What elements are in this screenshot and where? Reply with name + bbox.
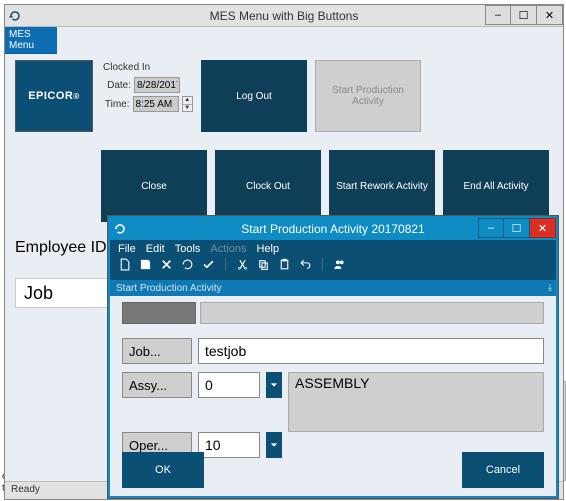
dialog-titlebar[interactable]: Start Production Activity 20170821 – ☐ ✕ [110, 218, 556, 240]
menu-actions: Actions [210, 243, 246, 255]
undo-icon[interactable] [299, 258, 312, 271]
dialog-toolbar [110, 258, 556, 275]
assy-input[interactable] [198, 372, 260, 398]
date-label: Date: [103, 80, 131, 91]
save-icon[interactable] [139, 258, 152, 271]
clocked-in-group: Clocked In Date: Time: ▲▼ [101, 60, 193, 134]
resource-desc-field [200, 302, 544, 324]
dialog-maximize-button[interactable]: ☐ [504, 218, 530, 238]
time-spinner[interactable]: ▲▼ [182, 96, 193, 112]
dialog-menu-bar: File Edit Tools Actions Help [110, 240, 556, 258]
resource-small-field[interactable] [122, 302, 196, 324]
refresh-icon [114, 223, 126, 235]
end-all-button[interactable]: End All Activity [443, 150, 549, 222]
assy-dropdown[interactable] [266, 372, 282, 398]
users-icon[interactable] [333, 258, 346, 271]
maximize-button[interactable]: ☐ [511, 5, 537, 25]
dialog-close-button[interactable]: ✕ [530, 218, 556, 238]
paste-icon[interactable] [278, 258, 291, 271]
job-lookup-button[interactable]: Job... [122, 338, 192, 364]
menu-tools[interactable]: Tools [175, 243, 201, 255]
time-field[interactable] [133, 96, 179, 112]
date-field[interactable] [134, 77, 180, 93]
epicor-logo: EPICOR® [15, 60, 93, 132]
menu-edit[interactable]: Edit [146, 243, 165, 255]
start-production-button: Start Production Activity [315, 60, 421, 132]
clock-out-button[interactable]: Clock Out [215, 150, 321, 222]
new-icon[interactable] [118, 258, 131, 271]
log-out-button[interactable]: Log Out [201, 60, 307, 132]
close-app-button[interactable]: Close [101, 150, 207, 222]
close-button[interactable]: ✕ [537, 5, 563, 25]
delete-icon[interactable] [160, 258, 173, 271]
start-rework-button[interactable]: Start Rework Activity [329, 150, 435, 222]
copy-icon[interactable] [257, 258, 270, 271]
start-production-dialog: Start Production Activity 20170821 – ☐ ✕… [108, 216, 558, 498]
main-title: MES Menu with Big Buttons [5, 9, 563, 23]
assy-desc-field: ASSEMBLY [288, 372, 544, 432]
ok-button[interactable]: OK [122, 452, 204, 488]
employee-id-label: Employee ID: [15, 239, 111, 257]
cut-icon[interactable] [236, 258, 249, 271]
check-icon[interactable] [202, 258, 215, 271]
cancel-button[interactable]: Cancel [462, 452, 544, 488]
menu-file[interactable]: File [118, 243, 136, 255]
time-label: Time: [103, 99, 130, 110]
assy-lookup-button[interactable]: Assy... [122, 372, 192, 398]
menu-help[interactable]: Help [256, 243, 279, 255]
pin-icon[interactable]: ⤓ [548, 282, 552, 293]
dialog-minimize-button[interactable]: – [478, 218, 504, 238]
refresh-icon [9, 10, 21, 22]
job-input[interactable] [198, 338, 544, 364]
minimize-button[interactable]: – [485, 5, 511, 25]
mes-menu-bar: MES Menu [5, 27, 57, 54]
dialog-sub-bar: Start Production Activity ⤓ [110, 280, 556, 296]
refresh-icon[interactable] [181, 258, 194, 271]
main-titlebar[interactable]: MES Menu with Big Buttons – ☐ ✕ [5, 5, 563, 27]
